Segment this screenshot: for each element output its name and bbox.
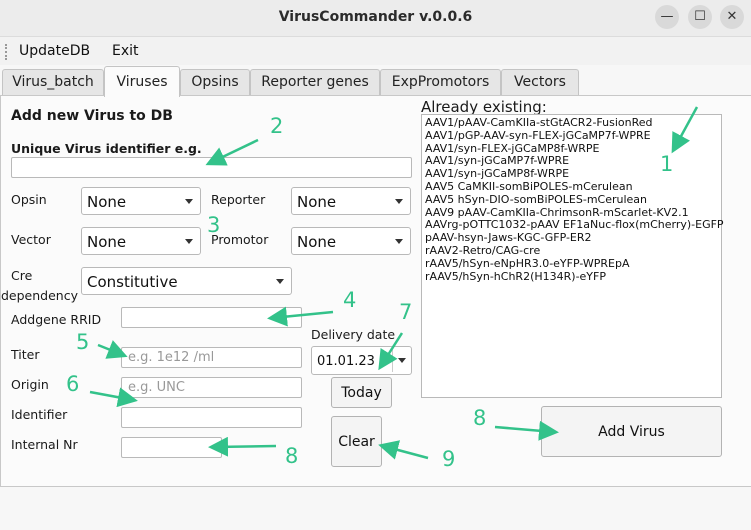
close-button[interactable]: ✕ bbox=[720, 5, 744, 29]
list-item[interactable]: rAAV5/hSyn-hChR2(H134R)-eYFP bbox=[425, 270, 721, 284]
annotation-5: 5 bbox=[76, 330, 90, 354]
existing-viruses-list[interactable]: AAV1/pAAV-CamKIIa-stGtACR2-FusionRed AAV… bbox=[421, 114, 724, 398]
annotation-4: 4 bbox=[343, 288, 357, 312]
identifier-input[interactable] bbox=[121, 407, 302, 428]
internal-nr-label: Internal Nr bbox=[11, 437, 78, 452]
tab-vectors[interactable]: Vectors bbox=[501, 69, 579, 95]
menu-update-db[interactable]: UpdateDB bbox=[19, 43, 90, 59]
list-item[interactable]: AAV1/pGP-AAV-syn-FLEX-jGCaMP7f-WPRE bbox=[425, 129, 721, 143]
delivery-date-picker[interactable]: 01.01.23 bbox=[311, 346, 412, 375]
delivery-date-label: Delivery date bbox=[311, 327, 396, 342]
cre-dependency-value: Constitutive bbox=[87, 273, 178, 291]
list-item[interactable]: AAV5 hSyn-DIO-somBiPOLES-mCerulean bbox=[425, 193, 721, 207]
chevron-down-icon bbox=[395, 199, 403, 204]
chevron-down-icon bbox=[398, 358, 406, 363]
opsin-select-value: None bbox=[87, 193, 127, 211]
list-item[interactable]: rAAV2-Retro/CAG-cre bbox=[425, 244, 721, 258]
date-picker-divider bbox=[392, 350, 393, 372]
tab-virus-batch[interactable]: Virus_batch bbox=[2, 69, 104, 95]
chevron-down-icon bbox=[276, 279, 284, 284]
cre-dependency-select[interactable]: Constitutive bbox=[81, 267, 292, 295]
cre-label-line2: dependency bbox=[1, 288, 78, 303]
tab-viruses[interactable]: Viruses bbox=[104, 66, 180, 97]
tab-reporter-genes[interactable]: Reporter genes bbox=[250, 69, 380, 95]
maximize-button[interactable]: ☐ bbox=[688, 5, 712, 29]
menu-grip bbox=[5, 44, 10, 60]
minimize-button[interactable]: — bbox=[655, 5, 679, 29]
list-item[interactable]: AAV1/pAAV-CamKIIa-stGtACR2-FusionRed bbox=[425, 116, 721, 130]
form-heading: Add new Virus to DB bbox=[11, 108, 173, 124]
chevron-down-icon bbox=[185, 239, 193, 244]
reporter-label: Reporter bbox=[211, 192, 266, 207]
addgene-input[interactable] bbox=[121, 307, 302, 328]
reporter-select-value: None bbox=[297, 193, 337, 211]
tab-opsins[interactable]: Opsins bbox=[180, 69, 250, 95]
list-item[interactable]: AAV5 CaMKII-somBiPOLES-mCerulean bbox=[425, 180, 721, 194]
delivery-date-value: 01.01.23 bbox=[317, 354, 375, 369]
chevron-down-icon bbox=[185, 199, 193, 204]
list-item[interactable]: rAAV5/hSyn-eNpHR3.0-eYFP-WPREpA bbox=[425, 257, 721, 271]
annotation-8: 8 bbox=[473, 406, 487, 430]
opsin-select[interactable]: None bbox=[81, 187, 201, 215]
menu-exit[interactable]: Exit bbox=[112, 43, 139, 59]
promotor-select-value: None bbox=[297, 233, 337, 251]
tab-exp-promotors[interactable]: ExpPromotors bbox=[380, 69, 501, 95]
annotation-2: 2 bbox=[270, 114, 284, 138]
titer-input[interactable]: e.g. 1e12 /ml bbox=[121, 347, 302, 368]
addgene-label: Addgene RRID bbox=[11, 312, 102, 327]
chevron-down-icon bbox=[395, 239, 403, 244]
origin-input[interactable]: e.g. UNC bbox=[121, 377, 302, 398]
internal-nr-input[interactable] bbox=[121, 437, 222, 458]
today-button[interactable]: Today bbox=[331, 377, 392, 408]
annotation-6: 6 bbox=[66, 372, 80, 396]
cre-label-line1: Cre bbox=[11, 268, 33, 283]
annotation-7: 7 bbox=[399, 300, 413, 324]
promotor-select[interactable]: None bbox=[291, 227, 411, 255]
unique-id-input[interactable] bbox=[11, 157, 412, 178]
vector-select[interactable]: None bbox=[81, 227, 201, 255]
reporter-select[interactable]: None bbox=[291, 187, 411, 215]
opsin-label: Opsin bbox=[11, 192, 47, 207]
titer-label: Titer bbox=[11, 347, 40, 362]
identifier-label: Identifier bbox=[11, 407, 68, 422]
vector-label: Vector bbox=[11, 232, 51, 247]
annotation-8b: 8 bbox=[285, 444, 299, 468]
window-title: VirusCommander v.0.0.6 bbox=[278, 9, 473, 25]
annotation-1: 1 bbox=[660, 152, 674, 176]
add-virus-button[interactable]: Add Virus bbox=[541, 406, 722, 457]
annotation-9: 9 bbox=[442, 447, 456, 471]
clear-button[interactable]: Clear bbox=[331, 416, 382, 467]
unique-id-label: Unique Virus identifier e.g. bbox=[11, 141, 202, 156]
annotation-3: 3 bbox=[207, 213, 221, 237]
vector-select-value: None bbox=[87, 233, 127, 251]
origin-label: Origin bbox=[11, 377, 49, 392]
